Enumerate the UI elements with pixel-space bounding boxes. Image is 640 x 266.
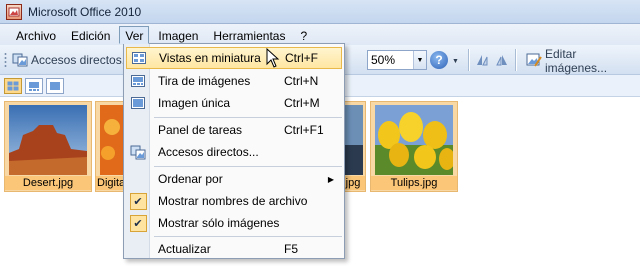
menu-item-thumbnails-view[interactable]: Vistas en miniatura Ctrl+F <box>126 47 342 69</box>
shortcuts-button[interactable]: Accesos directos... <box>12 49 132 71</box>
menu-item-label: Accesos directos... <box>158 145 259 159</box>
view-menu-dropdown: Vistas en miniatura Ctrl+F Tira de imáge… <box>123 43 345 259</box>
menu-imagen[interactable]: Imagen <box>152 26 204 44</box>
menu-item-task-pane[interactable]: Panel de tareas Ctrl+F1 <box>126 119 342 141</box>
checkmark-icon: ✔ <box>129 214 147 232</box>
menu-item-label: Ordenar por <box>158 172 223 186</box>
filmstrip-view-button[interactable] <box>25 78 43 94</box>
checkmark-icon: ✔ <box>129 192 147 210</box>
thumbnail-caption: Desert.jpg <box>5 176 91 190</box>
thumbnails-view-icon <box>7 81 19 91</box>
rotate-right-button[interactable] <box>494 52 510 71</box>
thumbnail-caption: Tulips.jpg <box>371 176 457 190</box>
menu-item-shortcut: Ctrl+F1 <box>284 123 324 137</box>
digital-image <box>100 105 124 175</box>
menu-item-shortcut: Ctrl+N <box>284 74 319 88</box>
submenu-arrow-icon: ▶ <box>327 174 334 184</box>
menu-item-label: Imagen única <box>158 96 231 110</box>
shortcuts-icon <box>12 51 28 70</box>
picture-manager-app-icon[interactable] <box>6 3 22 20</box>
single-image-view-button[interactable] <box>46 78 64 94</box>
toolbar-separator <box>468 49 469 71</box>
zoom-select[interactable]: 50% ▼ <box>367 50 427 70</box>
menu-ver[interactable]: Ver <box>119 25 150 44</box>
menu-item-show-images-only[interactable]: ✔ Mostrar sólo imágenes <box>126 212 342 234</box>
menu-item-shortcut: Ctrl+M <box>284 96 320 110</box>
chevron-down-icon: ▼ <box>413 51 426 69</box>
menu-separator <box>154 166 342 167</box>
rotate-right-icon <box>496 55 507 66</box>
menu-archivo-label: Archivo <box>16 28 57 43</box>
toolbar-grip[interactable] <box>4 52 7 68</box>
thumbnail-caption: Digita <box>96 176 126 190</box>
menu-separator <box>154 236 342 237</box>
menu-herramientas[interactable]: Herramientas <box>207 26 291 44</box>
menu-item-label: Tira de imágenes <box>158 74 251 88</box>
single-image-view-icon <box>50 82 60 90</box>
menu-item-refresh[interactable]: Actualizar F5 <box>126 238 342 260</box>
menu-item-label: Mostrar sólo imágenes <box>158 216 280 230</box>
shortcuts-icon <box>129 143 147 161</box>
edit-images-label: Editar imágenes... <box>545 47 608 75</box>
help-icon: ? <box>435 53 443 67</box>
mouse-cursor-icon <box>266 48 280 68</box>
menu-item-filmstrip-view[interactable]: Tira de imágenes Ctrl+N <box>126 70 342 92</box>
edit-images-button[interactable]: Editar imágenes... <box>526 47 640 75</box>
menu-bar: Archivo Edición Ver Imagen Herramientas … <box>0 24 640 45</box>
menu-item-sort-by[interactable]: Ordenar por ▶ <box>126 168 342 190</box>
menu-help[interactable]: ? <box>294 26 313 44</box>
menu-edicion-label: Edición <box>71 28 111 43</box>
menu-item-label: Vistas en miniatura <box>159 51 261 65</box>
menu-item-single-image-view[interactable]: Imagen única Ctrl+M <box>126 92 342 114</box>
thumbnails-view-icon <box>130 49 148 67</box>
menu-item-shortcut: F5 <box>284 242 299 256</box>
toolbar-separator <box>515 49 516 71</box>
thumbnail-digital[interactable]: Digita <box>95 101 125 192</box>
menu-item-label: Mostrar nombres de archivo <box>158 194 308 208</box>
filmstrip-view-icon <box>29 82 39 91</box>
menu-item-shortcuts[interactable]: Accesos directos... <box>126 141 342 163</box>
menu-imagen-label: Imagen <box>158 28 199 43</box>
window-title: Microsoft Office 2010 <box>28 4 142 19</box>
single-image-view-icon <box>129 94 147 112</box>
desert-image <box>9 105 87 175</box>
thumbnail-desert[interactable]: Desert.jpg <box>4 101 92 192</box>
filmstrip-view-icon <box>129 72 147 90</box>
menu-item-label: Actualizar <box>158 242 211 256</box>
toolbar-options-icon[interactable]: ▼ <box>452 58 459 65</box>
rotate-left-icon <box>477 55 488 66</box>
help-button[interactable]: ? <box>430 51 448 69</box>
menu-item-shortcut: Ctrl+F <box>285 51 318 65</box>
tulips-image <box>375 105 453 175</box>
menu-herramientas-label: Herramientas <box>213 28 286 43</box>
menu-edicion[interactable]: Edición <box>65 26 116 44</box>
menu-item-label: Panel de tareas <box>158 123 243 137</box>
menu-archivo[interactable]: Archivo <box>10 26 62 44</box>
edit-images-icon <box>526 52 542 71</box>
menu-ver-label: Ver <box>125 28 144 43</box>
menu-separator <box>154 117 342 118</box>
title-bar: Microsoft Office 2010 <box>0 0 640 24</box>
zoom-value: 50% <box>371 53 396 67</box>
menu-item-show-filenames[interactable]: ✔ Mostrar nombres de archivo <box>126 190 342 212</box>
shortcuts-label: Accesos directos... <box>31 53 132 67</box>
thumbnails-view-button[interactable] <box>4 78 22 94</box>
menu-help-label: ? <box>300 28 308 43</box>
thumbnail-tulips[interactable]: Tulips.jpg <box>370 101 458 192</box>
rotate-left-button[interactable] <box>474 52 490 71</box>
